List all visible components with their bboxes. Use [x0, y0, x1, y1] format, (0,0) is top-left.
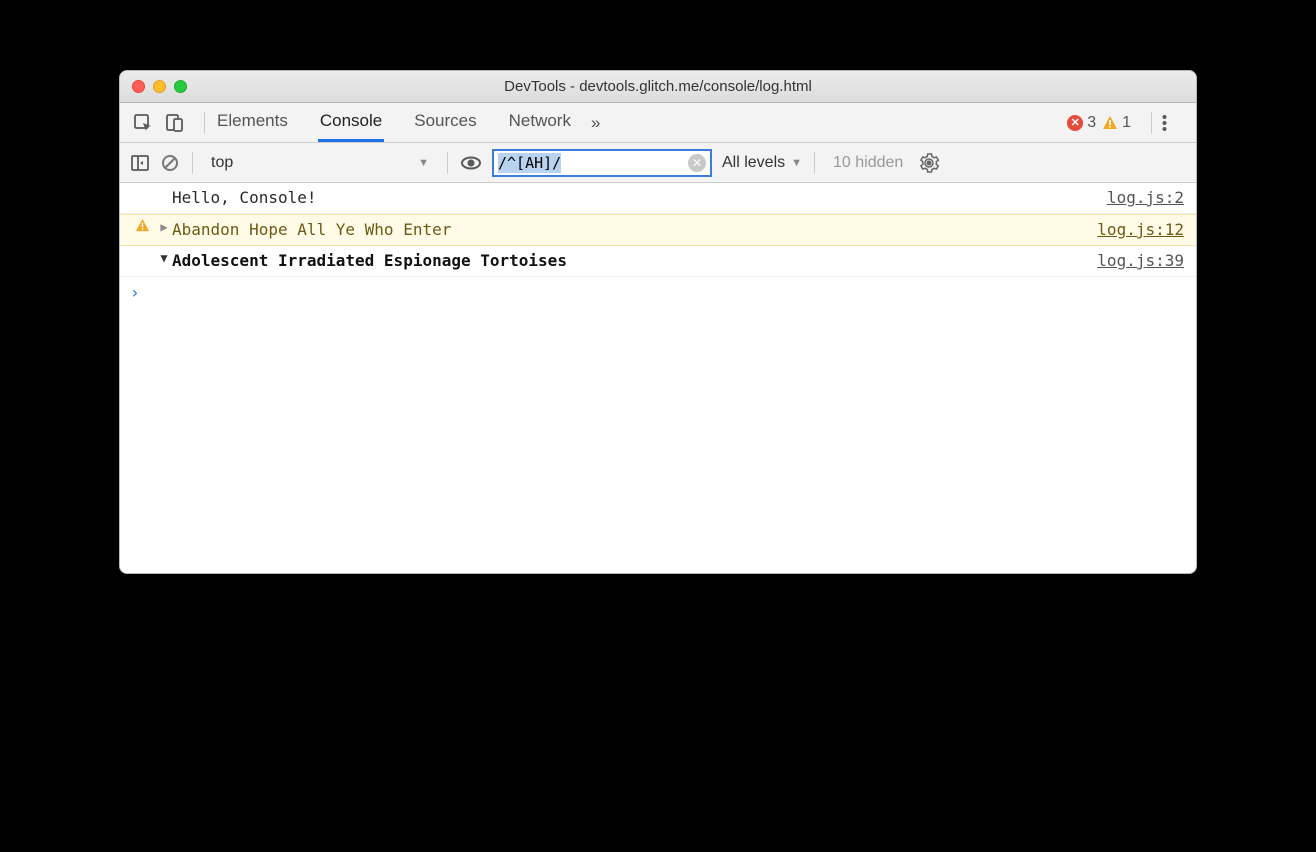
traffic-lights	[132, 80, 187, 93]
window-title: DevTools - devtools.glitch.me/console/lo…	[120, 78, 1196, 95]
message-source-link[interactable]: log.js:39	[1097, 249, 1184, 273]
device-toolbar-icon[interactable]	[162, 110, 188, 136]
warning-count: 1	[1122, 114, 1131, 132]
levels-label: All levels	[722, 154, 785, 172]
context-label: top	[211, 154, 233, 172]
tab-console[interactable]: Console	[318, 103, 384, 142]
message-source-link[interactable]: log.js:12	[1097, 218, 1184, 242]
zoom-window-button[interactable]	[174, 80, 187, 93]
log-levels-selector[interactable]: All levels ▼	[722, 154, 802, 172]
filter-value: /^[AH]/	[498, 153, 561, 173]
console-output: Hello, Console! log.js:2 ▶ Abandon Hope …	[120, 183, 1196, 573]
hidden-messages-label[interactable]: 10 hidden	[833, 154, 903, 172]
more-tabs-button[interactable]: »	[591, 113, 600, 133]
console-toolbar: top ▼ /^[AH]/ ✕ All levels ▼ 10 hidden	[120, 143, 1196, 183]
execution-context-selector[interactable]: top ▼	[205, 152, 435, 174]
gutter	[128, 218, 156, 233]
dropdown-triangle-icon: ▼	[418, 157, 429, 169]
inspect-element-icon[interactable]	[130, 110, 156, 136]
filter-input[interactable]: /^[AH]/ ✕	[492, 149, 712, 177]
message-text: Abandon Hope All Ye Who Enter	[172, 218, 1097, 242]
live-expression-icon[interactable]	[460, 152, 482, 174]
console-prompt[interactable]: ›	[120, 277, 1196, 308]
tab-sources[interactable]: Sources	[412, 103, 478, 142]
divider	[192, 152, 193, 174]
console-message-warning[interactable]: ▶ Abandon Hope All Ye Who Enter log.js:1…	[120, 214, 1196, 246]
divider	[814, 152, 815, 174]
error-icon: ✕	[1067, 115, 1083, 131]
tab-network[interactable]: Network	[507, 103, 573, 142]
warning-badge[interactable]: 1	[1102, 114, 1131, 132]
error-badge[interactable]: ✕ 3	[1067, 114, 1096, 132]
collapse-arrow-icon[interactable]: ▼	[156, 249, 172, 267]
titlebar: DevTools - devtools.glitch.me/console/lo…	[120, 71, 1196, 103]
expand-arrow-icon[interactable]: ▶	[156, 218, 172, 236]
message-text: Adolescent Irradiated Espionage Tortoise…	[172, 249, 1097, 273]
more-options-button[interactable]	[1162, 114, 1186, 132]
devtools-tabbar: Elements Console Sources Network » ✕ 3 1	[120, 103, 1196, 143]
warning-icon	[135, 218, 150, 233]
error-count: 3	[1087, 114, 1096, 132]
status-badges: ✕ 3 1	[1067, 114, 1131, 132]
dropdown-triangle-icon: ▼	[791, 157, 802, 169]
warning-icon	[1102, 115, 1118, 131]
prompt-chevron-icon: ›	[130, 283, 140, 302]
divider	[1151, 112, 1152, 134]
panel-tabs: Elements Console Sources Network	[215, 103, 573, 142]
clear-filter-icon[interactable]: ✕	[688, 154, 706, 172]
divider	[447, 152, 448, 174]
devtools-window: DevTools - devtools.glitch.me/console/lo…	[119, 70, 1197, 574]
message-text: Hello, Console!	[172, 186, 1107, 210]
message-source-link[interactable]: log.js:2	[1107, 186, 1184, 210]
divider	[204, 112, 205, 134]
minimize-window-button[interactable]	[153, 80, 166, 93]
console-message-log[interactable]: Hello, Console! log.js:2	[120, 183, 1196, 214]
console-message-group[interactable]: ▼ Adolescent Irradiated Espionage Tortoi…	[120, 246, 1196, 277]
console-settings-icon[interactable]	[919, 153, 939, 173]
close-window-button[interactable]	[132, 80, 145, 93]
toggle-sidebar-icon[interactable]	[130, 153, 150, 173]
tab-elements[interactable]: Elements	[215, 103, 290, 142]
clear-console-icon[interactable]	[160, 153, 180, 173]
